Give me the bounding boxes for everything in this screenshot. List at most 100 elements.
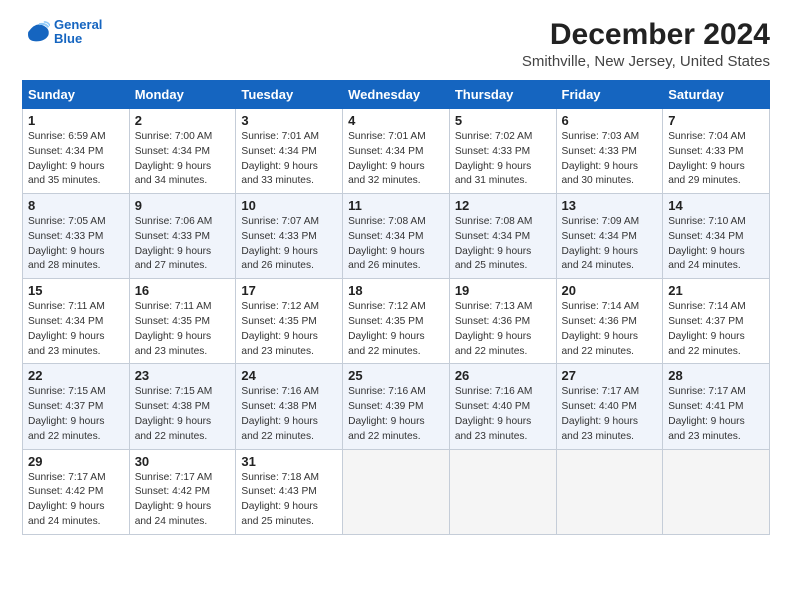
logo-icon <box>22 18 50 46</box>
day-number: 14 <box>668 198 764 213</box>
day-info: Sunrise: 7:17 AMSunset: 4:42 PMDaylight:… <box>135 472 213 527</box>
day-info: Sunrise: 7:18 AMSunset: 4:43 PMDaylight:… <box>241 472 319 527</box>
day-number: 19 <box>455 283 551 298</box>
day-number: 5 <box>455 113 551 128</box>
calendar-cell: 28 Sunrise: 7:17 AMSunset: 4:41 PMDaylig… <box>663 364 770 449</box>
day-info: Sunrise: 7:16 AMSunset: 4:38 PMDaylight:… <box>241 386 319 441</box>
day-info: Sunrise: 7:12 AMSunset: 4:35 PMDaylight:… <box>348 301 426 356</box>
calendar-cell: 13 Sunrise: 7:09 AMSunset: 4:34 PMDaylig… <box>556 194 663 279</box>
day-info: Sunrise: 7:12 AMSunset: 4:35 PMDaylight:… <box>241 301 319 356</box>
col-monday: Monday <box>129 81 236 109</box>
calendar-cell: 30 Sunrise: 7:17 AMSunset: 4:42 PMDaylig… <box>129 449 236 534</box>
calendar-cell: 31 Sunrise: 7:18 AMSunset: 4:43 PMDaylig… <box>236 449 343 534</box>
day-info: Sunrise: 7:05 AMSunset: 4:33 PMDaylight:… <box>28 216 106 271</box>
day-number: 6 <box>562 113 658 128</box>
calendar-week-row: 29 Sunrise: 7:17 AMSunset: 4:42 PMDaylig… <box>23 449 770 534</box>
day-number: 9 <box>135 198 231 213</box>
day-info: Sunrise: 7:09 AMSunset: 4:34 PMDaylight:… <box>562 216 640 271</box>
calendar-cell: 15 Sunrise: 7:11 AMSunset: 4:34 PMDaylig… <box>23 279 130 364</box>
logo-text: General Blue <box>54 18 102 47</box>
day-number: 28 <box>668 368 764 383</box>
calendar-cell: 9 Sunrise: 7:06 AMSunset: 4:33 PMDayligh… <box>129 194 236 279</box>
day-number: 16 <box>135 283 231 298</box>
day-info: Sunrise: 7:01 AMSunset: 4:34 PMDaylight:… <box>348 131 426 186</box>
day-number: 24 <box>241 368 337 383</box>
calendar-cell: 4 Sunrise: 7:01 AMSunset: 4:34 PMDayligh… <box>343 109 450 194</box>
calendar-page: General Blue December 2024 Smithville, N… <box>0 0 792 612</box>
calendar-cell: 26 Sunrise: 7:16 AMSunset: 4:40 PMDaylig… <box>449 364 556 449</box>
day-number: 11 <box>348 198 444 213</box>
calendar-cell: 7 Sunrise: 7:04 AMSunset: 4:33 PMDayligh… <box>663 109 770 194</box>
col-tuesday: Tuesday <box>236 81 343 109</box>
day-info: Sunrise: 7:00 AMSunset: 4:34 PMDaylight:… <box>135 131 213 186</box>
day-number: 22 <box>28 368 124 383</box>
calendar-cell: 5 Sunrise: 7:02 AMSunset: 4:33 PMDayligh… <box>449 109 556 194</box>
calendar-cell: 18 Sunrise: 7:12 AMSunset: 4:35 PMDaylig… <box>343 279 450 364</box>
day-number: 27 <box>562 368 658 383</box>
calendar-header-row: Sunday Monday Tuesday Wednesday Thursday… <box>23 81 770 109</box>
calendar-cell: 11 Sunrise: 7:08 AMSunset: 4:34 PMDaylig… <box>343 194 450 279</box>
day-info: Sunrise: 7:15 AMSunset: 4:38 PMDaylight:… <box>135 386 213 441</box>
day-info: Sunrise: 7:14 AMSunset: 4:37 PMDaylight:… <box>668 301 746 356</box>
calendar-cell: 29 Sunrise: 7:17 AMSunset: 4:42 PMDaylig… <box>23 449 130 534</box>
day-info: Sunrise: 7:15 AMSunset: 4:37 PMDaylight:… <box>28 386 106 441</box>
col-sunday: Sunday <box>23 81 130 109</box>
day-info: Sunrise: 7:08 AMSunset: 4:34 PMDaylight:… <box>455 216 533 271</box>
day-info: Sunrise: 7:07 AMSunset: 4:33 PMDaylight:… <box>241 216 319 271</box>
day-info: Sunrise: 7:16 AMSunset: 4:39 PMDaylight:… <box>348 386 426 441</box>
day-info: Sunrise: 7:17 AMSunset: 4:42 PMDaylight:… <box>28 472 106 527</box>
day-number: 13 <box>562 198 658 213</box>
calendar-week-row: 1 Sunrise: 6:59 AMSunset: 4:34 PMDayligh… <box>23 109 770 194</box>
day-number: 25 <box>348 368 444 383</box>
day-number: 8 <box>28 198 124 213</box>
calendar-week-row: 8 Sunrise: 7:05 AMSunset: 4:33 PMDayligh… <box>23 194 770 279</box>
calendar-cell: 19 Sunrise: 7:13 AMSunset: 4:36 PMDaylig… <box>449 279 556 364</box>
day-number: 3 <box>241 113 337 128</box>
day-number: 2 <box>135 113 231 128</box>
calendar-cell: 16 Sunrise: 7:11 AMSunset: 4:35 PMDaylig… <box>129 279 236 364</box>
col-thursday: Thursday <box>449 81 556 109</box>
logo-line2: Blue <box>54 31 82 46</box>
calendar-week-row: 22 Sunrise: 7:15 AMSunset: 4:37 PMDaylig… <box>23 364 770 449</box>
day-info: Sunrise: 7:03 AMSunset: 4:33 PMDaylight:… <box>562 131 640 186</box>
calendar-cell: 6 Sunrise: 7:03 AMSunset: 4:33 PMDayligh… <box>556 109 663 194</box>
col-friday: Friday <box>556 81 663 109</box>
day-info: Sunrise: 7:17 AMSunset: 4:40 PMDaylight:… <box>562 386 640 441</box>
calendar-cell: 27 Sunrise: 7:17 AMSunset: 4:40 PMDaylig… <box>556 364 663 449</box>
calendar-cell: 2 Sunrise: 7:00 AMSunset: 4:34 PMDayligh… <box>129 109 236 194</box>
calendar-cell: 17 Sunrise: 7:12 AMSunset: 4:35 PMDaylig… <box>236 279 343 364</box>
main-title: December 2024 <box>522 18 770 51</box>
day-number: 18 <box>348 283 444 298</box>
day-number: 31 <box>241 454 337 469</box>
logo-line1: General <box>54 17 102 32</box>
day-info: Sunrise: 7:04 AMSunset: 4:33 PMDaylight:… <box>668 131 746 186</box>
day-number: 17 <box>241 283 337 298</box>
day-number: 1 <box>28 113 124 128</box>
calendar-cell: 8 Sunrise: 7:05 AMSunset: 4:33 PMDayligh… <box>23 194 130 279</box>
day-number: 30 <box>135 454 231 469</box>
calendar-cell <box>449 449 556 534</box>
calendar-week-row: 15 Sunrise: 7:11 AMSunset: 4:34 PMDaylig… <box>23 279 770 364</box>
day-info: Sunrise: 7:11 AMSunset: 4:35 PMDaylight:… <box>135 301 212 356</box>
day-number: 23 <box>135 368 231 383</box>
day-number: 29 <box>28 454 124 469</box>
col-wednesday: Wednesday <box>343 81 450 109</box>
calendar-cell <box>663 449 770 534</box>
calendar-cell: 20 Sunrise: 7:14 AMSunset: 4:36 PMDaylig… <box>556 279 663 364</box>
day-info: Sunrise: 7:13 AMSunset: 4:36 PMDaylight:… <box>455 301 533 356</box>
calendar-cell: 1 Sunrise: 6:59 AMSunset: 4:34 PMDayligh… <box>23 109 130 194</box>
day-info: Sunrise: 7:14 AMSunset: 4:36 PMDaylight:… <box>562 301 640 356</box>
day-info: Sunrise: 7:10 AMSunset: 4:34 PMDaylight:… <box>668 216 746 271</box>
day-info: Sunrise: 6:59 AMSunset: 4:34 PMDaylight:… <box>28 131 106 186</box>
day-info: Sunrise: 7:17 AMSunset: 4:41 PMDaylight:… <box>668 386 746 441</box>
day-number: 21 <box>668 283 764 298</box>
day-number: 7 <box>668 113 764 128</box>
calendar-cell: 24 Sunrise: 7:16 AMSunset: 4:38 PMDaylig… <box>236 364 343 449</box>
calendar-cell <box>556 449 663 534</box>
day-number: 4 <box>348 113 444 128</box>
calendar-cell: 3 Sunrise: 7:01 AMSunset: 4:34 PMDayligh… <box>236 109 343 194</box>
day-info: Sunrise: 7:11 AMSunset: 4:34 PMDaylight:… <box>28 301 105 356</box>
day-number: 12 <box>455 198 551 213</box>
calendar-cell: 21 Sunrise: 7:14 AMSunset: 4:37 PMDaylig… <box>663 279 770 364</box>
day-info: Sunrise: 7:08 AMSunset: 4:34 PMDaylight:… <box>348 216 426 271</box>
